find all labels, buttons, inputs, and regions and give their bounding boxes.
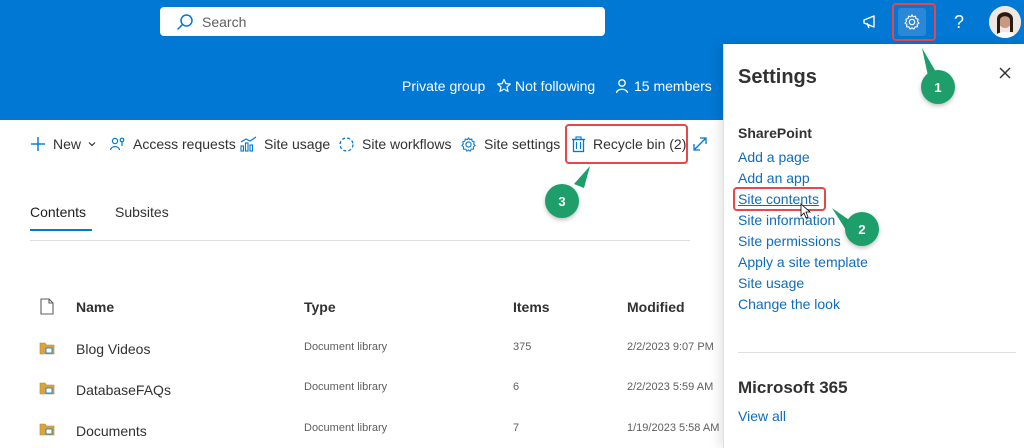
site-settings-button[interactable]: Site settings — [460, 134, 560, 154]
view-all-link[interactable]: View all — [738, 408, 786, 424]
m365-section-heading: Microsoft 365 — [738, 378, 848, 397]
site-usage-label: Site usage — [264, 136, 331, 152]
tab-divider — [30, 240, 690, 241]
table-row-type: Document library — [304, 422, 388, 434]
column-header-type[interactable]: Type — [304, 299, 336, 315]
table-row-items: 7 — [513, 422, 520, 434]
person-icon — [615, 79, 629, 94]
step-badge-2: 2 — [845, 212, 879, 246]
settings-link-add-app[interactable]: Add an app — [738, 170, 810, 186]
settings-link-change-look[interactable]: Change the look — [738, 296, 840, 312]
sharepoint-section-heading: SharePoint — [738, 125, 812, 141]
members-button[interactable]: 15 members — [614, 78, 712, 94]
highlight-settings-gear — [892, 3, 936, 41]
highlight-recycle-bin — [565, 124, 688, 164]
tab-subsites[interactable]: Subsites — [115, 204, 169, 220]
table-row-items: 375 — [513, 341, 532, 353]
people-key-icon — [109, 137, 125, 151]
highlight-site-contents — [733, 187, 826, 211]
chart-icon — [240, 136, 257, 152]
follow-label: Not following — [515, 78, 596, 94]
gear-icon — [461, 136, 476, 152]
new-button[interactable]: New — [30, 134, 104, 154]
step-badge-3: 3 — [545, 184, 579, 218]
expand-button[interactable] — [692, 134, 715, 154]
library-icon — [39, 423, 55, 436]
settings-link-apply-template[interactable]: Apply a site template — [738, 254, 868, 270]
settings-link-site-information[interactable]: Site information — [738, 212, 835, 228]
chevron-down-icon — [88, 142, 96, 147]
site-settings-label: Site settings — [484, 136, 561, 152]
file-type-icon — [40, 298, 54, 315]
settings-link-site-usage[interactable]: Site usage — [738, 275, 804, 291]
table-row-type: Document library — [304, 381, 388, 393]
library-icon — [39, 342, 55, 355]
access-requests-label: Access requests — [133, 136, 236, 152]
table-row-modified: 1/19/2023 5:58 AM — [627, 422, 720, 434]
settings-link-add-page[interactable]: Add a page — [738, 149, 810, 165]
search-box[interactable]: Search — [160, 7, 605, 36]
panel-divider — [738, 352, 1016, 353]
expand-icon — [693, 137, 707, 151]
site-workflows-button[interactable]: Site workflows — [338, 134, 451, 154]
megaphone-icon[interactable] — [857, 8, 885, 36]
step-badge-1: 1 — [921, 70, 955, 104]
tab-contents[interactable]: Contents — [30, 204, 86, 220]
workflow-icon — [339, 136, 354, 152]
follow-button[interactable]: Not following — [496, 78, 595, 94]
privacy-label: Private group — [402, 78, 486, 94]
library-icon — [39, 382, 55, 395]
column-header-modified[interactable]: Modified — [627, 299, 685, 315]
plus-icon — [31, 137, 45, 151]
close-icon[interactable] — [996, 64, 1014, 82]
table-row-name[interactable]: Blog Videos — [76, 341, 150, 357]
table-row-type: Document library — [304, 341, 388, 353]
new-label: New — [53, 136, 82, 152]
star-icon — [497, 78, 511, 92]
site-workflows-label: Site workflows — [362, 136, 452, 152]
site-usage-button[interactable]: Site usage — [240, 134, 330, 154]
table-row-name[interactable]: DatabaseFAQs — [76, 382, 171, 398]
table-row-items: 6 — [513, 381, 520, 393]
settings-title: Settings — [738, 66, 817, 88]
members-label: 15 members — [634, 78, 712, 94]
search-icon — [177, 13, 193, 30]
table-row-modified: 2/2/2023 5:59 AM — [627, 381, 714, 393]
settings-link-site-permissions[interactable]: Site permissions — [738, 233, 841, 249]
table-row-modified: 2/2/2023 9:07 PM — [627, 341, 714, 353]
search-input[interactable]: Search — [202, 14, 246, 30]
help-icon[interactable]: ? — [945, 8, 973, 36]
access-requests-button[interactable]: Access requests — [109, 134, 236, 154]
avatar[interactable] — [989, 6, 1021, 38]
column-header-name[interactable]: Name — [76, 299, 114, 315]
active-tab-indicator — [30, 229, 92, 231]
column-header-items[interactable]: Items — [513, 299, 550, 315]
table-row-name[interactable]: Documents — [76, 423, 147, 439]
